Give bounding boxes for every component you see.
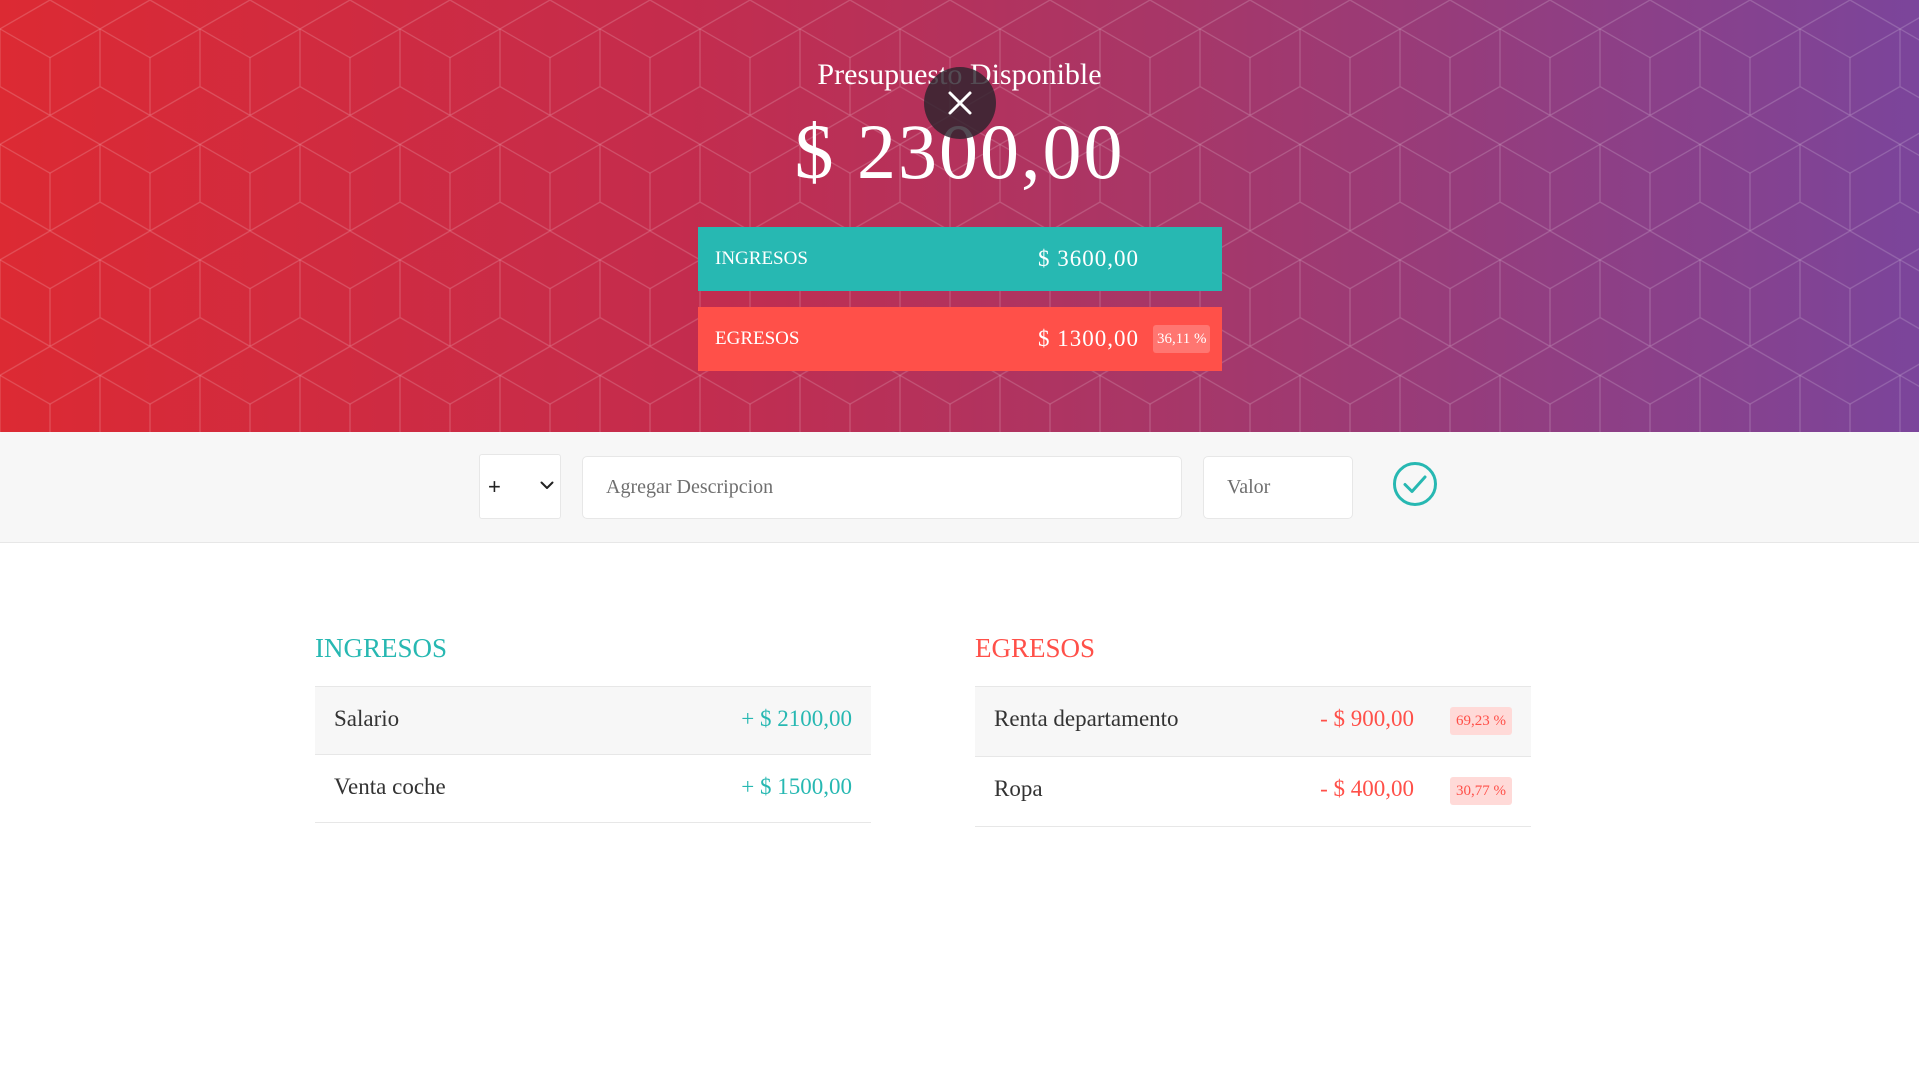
type-select-value: + (488, 474, 501, 499)
value-input[interactable] (1203, 456, 1353, 519)
expense-list: EGRESOS Renta departamento - $ 900,00 69… (975, 630, 1531, 827)
close-icon (948, 91, 972, 115)
add-entry-bar: + (0, 432, 1919, 543)
income-summary: INGRESOS $ 3600,00 (698, 227, 1222, 291)
budget-header: Presupuesto Disponible $ 2300,00 INGRESO… (0, 0, 1919, 432)
income-item-value: + $ 1500,00 (741, 774, 852, 799)
check-circle-icon (1393, 462, 1437, 506)
expense-list-title: EGRESOS (975, 630, 1531, 687)
expense-item[interactable]: Ropa - $ 400,00 30,77 % (975, 757, 1531, 827)
expense-item-percentage: 30,77 % (1450, 777, 1512, 805)
income-item-description: Venta coche (334, 774, 446, 799)
close-button[interactable] (924, 67, 996, 139)
income-item[interactable]: Salario + $ 2100,00 (315, 687, 871, 755)
expense-item[interactable]: Renta departamento - $ 900,00 69,23 % (975, 687, 1531, 757)
type-select[interactable]: + (479, 454, 561, 519)
expense-summary: EGRESOS $ 1300,00 36,11 % (698, 307, 1222, 371)
description-input[interactable] (582, 456, 1182, 519)
expense-summary-value: $ 1300,00 (1038, 326, 1139, 351)
expense-item-description: Renta departamento (994, 706, 1179, 731)
expense-item-percentage: 69,23 % (1450, 707, 1512, 735)
expense-item-value: - $ 900,00 (1320, 706, 1414, 731)
add-entry-button[interactable] (1392, 461, 1438, 507)
expense-summary-label: EGRESOS (715, 328, 800, 349)
income-list-title: INGRESOS (315, 630, 871, 687)
chevron-down-icon (540, 481, 554, 489)
income-summary-value: $ 3600,00 (1038, 246, 1139, 271)
income-item-value: + $ 2100,00 (741, 706, 852, 731)
income-list: INGRESOS Salario + $ 2100,00 Venta coche… (315, 630, 871, 823)
expense-item-value: - $ 400,00 (1320, 776, 1414, 801)
expense-percentage-badge: 36,11 % (1153, 325, 1211, 353)
income-summary-label: INGRESOS (715, 248, 808, 269)
income-item[interactable]: Venta coche + $ 1500,00 (315, 755, 871, 823)
income-item-description: Salario (334, 706, 400, 731)
expense-item-description: Ropa (994, 776, 1043, 801)
